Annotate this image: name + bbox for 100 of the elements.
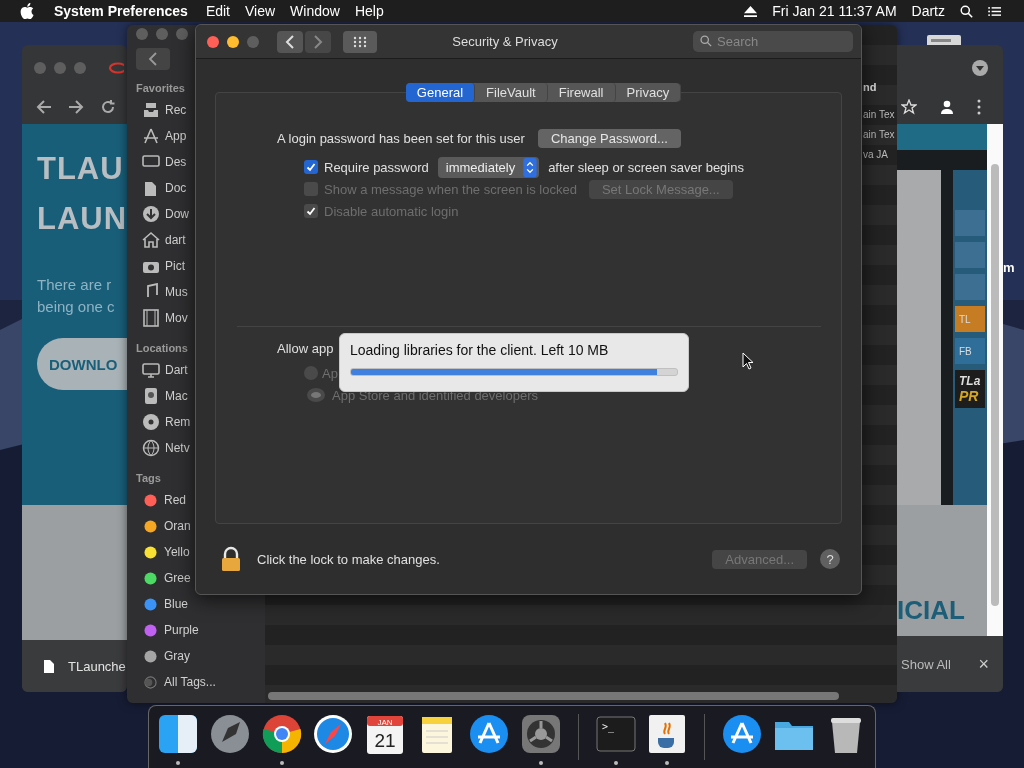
file-row[interactable]: ain Tex xyxy=(863,105,897,125)
menu-item[interactable]: Help xyxy=(354,3,384,19)
globe-icon xyxy=(142,439,160,457)
allow-apps-label: Allow app xyxy=(277,341,334,356)
page-heading: LAUN xyxy=(37,200,127,238)
change-password-button[interactable]: Change Password... xyxy=(537,129,681,148)
sidebar-item[interactable]: Oran xyxy=(164,519,191,533)
monitor-icon xyxy=(142,361,160,379)
sidebar-heading: Locations xyxy=(136,341,189,356)
sidebar-item[interactable]: Mov xyxy=(165,311,188,325)
forward-arrow-icon[interactable] xyxy=(68,99,84,115)
clock[interactable]: Fri Jan 21 11:37 AM xyxy=(772,3,897,19)
sidebar-item[interactable]: Blue xyxy=(164,597,189,611)
menu-item[interactable]: Edit xyxy=(205,3,230,19)
user-name[interactable]: Dartz xyxy=(911,3,945,19)
download-icon xyxy=(142,205,160,223)
letter-a-icon[interactable] xyxy=(467,712,511,756)
login-status-text: A login password has been set for this user xyxy=(277,131,525,146)
star-icon[interactable] xyxy=(901,99,917,115)
checkbox-label: Require password xyxy=(324,159,429,175)
pointer-cursor-icon xyxy=(742,352,754,370)
file-icon[interactable] xyxy=(44,659,54,673)
menu-item[interactable]: View xyxy=(245,3,276,19)
checkbox-label: Disable automatic login xyxy=(324,203,459,219)
delay-dropdown[interactable]: immediately xyxy=(437,156,540,178)
lock-hint: Click the lock to make changes. xyxy=(257,551,440,567)
sidebar-item[interactable]: Red xyxy=(164,493,186,507)
page-text: There are r xyxy=(37,275,113,295)
film-icon xyxy=(142,309,160,327)
forward-button[interactable] xyxy=(305,30,331,53)
more-icon[interactable] xyxy=(977,99,981,115)
progress-message: Loading libraries for the client. Left 10 MB xyxy=(350,342,610,358)
sidebar-item[interactable]: Purple xyxy=(164,623,199,637)
tab[interactable]: General xyxy=(405,83,476,102)
page-heading: TLAU xyxy=(37,150,125,188)
sidebar-item[interactable]: Netv xyxy=(165,441,190,455)
sidebar-item[interactable]: Gree xyxy=(164,571,191,585)
ring-icon[interactable] xyxy=(108,61,124,74)
stepper-icon xyxy=(523,157,538,177)
close-button[interactable]: × xyxy=(978,653,989,675)
chevron-icon xyxy=(148,52,158,66)
window-title: Security & Privacy xyxy=(451,34,559,49)
sidebar-item[interactable]: All Tags... xyxy=(164,675,216,689)
sidebar-item[interactable]: dart xyxy=(165,233,186,247)
promo-text: PR xyxy=(959,388,980,404)
search-icon[interactable] xyxy=(960,4,973,18)
list-icon[interactable] xyxy=(988,4,1001,18)
checkbox-label: Show a message when the screen is locked xyxy=(324,181,577,197)
sidebar-item[interactable]: Mac xyxy=(165,389,188,403)
scroll-bar[interactable] xyxy=(268,692,839,700)
lock-icon[interactable] xyxy=(221,546,241,572)
sidebar-item[interactable]: Mus xyxy=(165,285,188,299)
sidebar-item[interactable]: Gray xyxy=(164,649,190,663)
sidebar-item[interactable]: Doc xyxy=(165,181,187,195)
sidebar-item[interactable]: Yello xyxy=(164,545,190,559)
disk-drive-icon xyxy=(142,387,160,405)
help-button[interactable]: ? xyxy=(820,549,840,569)
checkbox[interactable] xyxy=(304,160,318,174)
sidebar-item[interactable]: Dow xyxy=(165,207,189,221)
app-icon xyxy=(142,127,160,145)
search-icon xyxy=(700,35,712,47)
eject-icon[interactable] xyxy=(744,4,758,18)
show-all-button[interactable]: Show All xyxy=(901,656,951,672)
sidebar-heading: Favorites xyxy=(136,81,186,96)
page-text: being one c xyxy=(37,297,116,317)
tags-icon xyxy=(144,675,157,689)
dropdown-icon[interactable] xyxy=(972,59,988,76)
sidebar-heading: Tags xyxy=(136,471,162,486)
back-arrow-icon[interactable] xyxy=(36,99,52,115)
file-row[interactable]: va JA xyxy=(863,145,897,165)
sidebar-item[interactable]: Rec xyxy=(165,103,187,117)
page-heading: ICIAL xyxy=(897,595,965,626)
reload-icon[interactable] xyxy=(100,99,116,115)
back-button[interactable] xyxy=(277,30,303,53)
minimize-button[interactable] xyxy=(227,35,239,48)
sidebar-item[interactable]: Pict xyxy=(165,259,185,273)
sidebar-item[interactable]: Rem xyxy=(165,415,191,429)
radio-label: Ap xyxy=(322,365,338,381)
search-field[interactable]: Search xyxy=(693,31,853,52)
side-button[interactable]: FB xyxy=(955,338,985,364)
disc-icon xyxy=(142,413,160,431)
close-button[interactable] xyxy=(207,35,219,48)
scroll-bar[interactable] xyxy=(991,164,999,606)
sidebar-item[interactable]: App xyxy=(165,129,187,143)
apple-logo-icon[interactable] xyxy=(20,3,34,19)
house-icon xyxy=(142,231,160,249)
profile-icon[interactable] xyxy=(939,99,955,115)
download-item[interactable]: TLaunche xyxy=(68,658,126,674)
option-text: after sleep or screen saver begins xyxy=(548,159,744,175)
file-row[interactable]: ain Tex xyxy=(863,125,897,145)
column-header[interactable]: nd xyxy=(863,81,897,105)
grid-button[interactable] xyxy=(343,30,377,53)
sidebar-item[interactable]: Dart xyxy=(165,363,188,377)
desktop-icon-label: m xyxy=(1003,260,1015,275)
tray-icon xyxy=(142,101,160,119)
menu-item[interactable]: Window xyxy=(290,3,340,19)
radio-label: App Store and identified developers xyxy=(332,387,538,403)
app-menu[interactable]: System Preferences xyxy=(54,3,188,19)
back-forward-control[interactable] xyxy=(136,48,170,70)
sidebar-item[interactable]: Des xyxy=(165,155,187,169)
